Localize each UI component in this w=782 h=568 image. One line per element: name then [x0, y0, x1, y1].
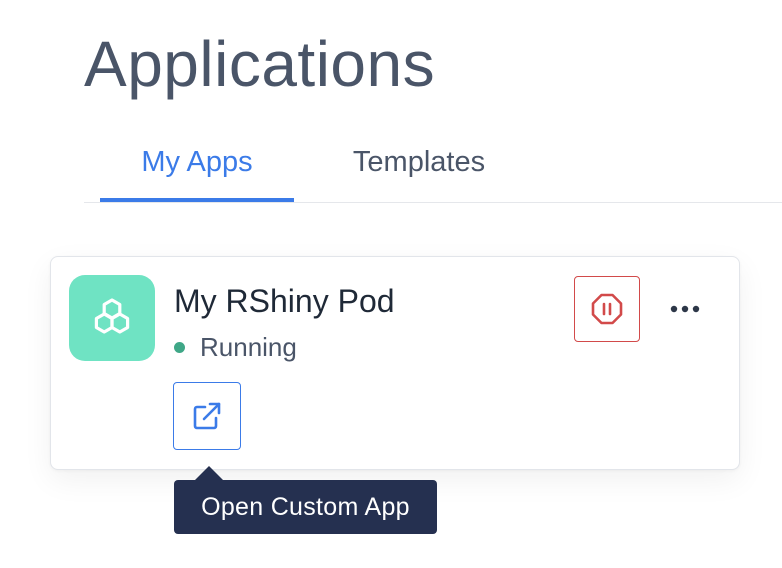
stop-button[interactable] — [574, 276, 640, 342]
status-dot — [174, 341, 185, 353]
stop-octagon-icon — [590, 292, 624, 326]
tooltip: Open Custom App — [174, 480, 437, 534]
tab-my-apps[interactable]: My Apps — [100, 132, 294, 202]
tooltip-arrow — [195, 466, 223, 480]
hexagon-cluster-icon — [69, 275, 155, 361]
app-name: My RShiny Pod — [174, 283, 395, 319]
applications-page: Applications My Apps Templates My RShiny… — [0, 0, 782, 568]
more-options-button[interactable] — [661, 285, 709, 333]
status-text: Running — [200, 331, 297, 362]
status-indicator: Running — [174, 329, 297, 365]
app-card: My RShiny Pod Running — [50, 256, 740, 470]
tab-templates[interactable]: Templates — [324, 132, 514, 200]
external-link-icon — [192, 401, 222, 431]
more-horizontal-icon — [670, 305, 700, 313]
page-title: Applications — [84, 28, 436, 100]
open-app-button[interactable] — [173, 382, 241, 450]
tab-bar: My Apps Templates — [84, 132, 782, 203]
